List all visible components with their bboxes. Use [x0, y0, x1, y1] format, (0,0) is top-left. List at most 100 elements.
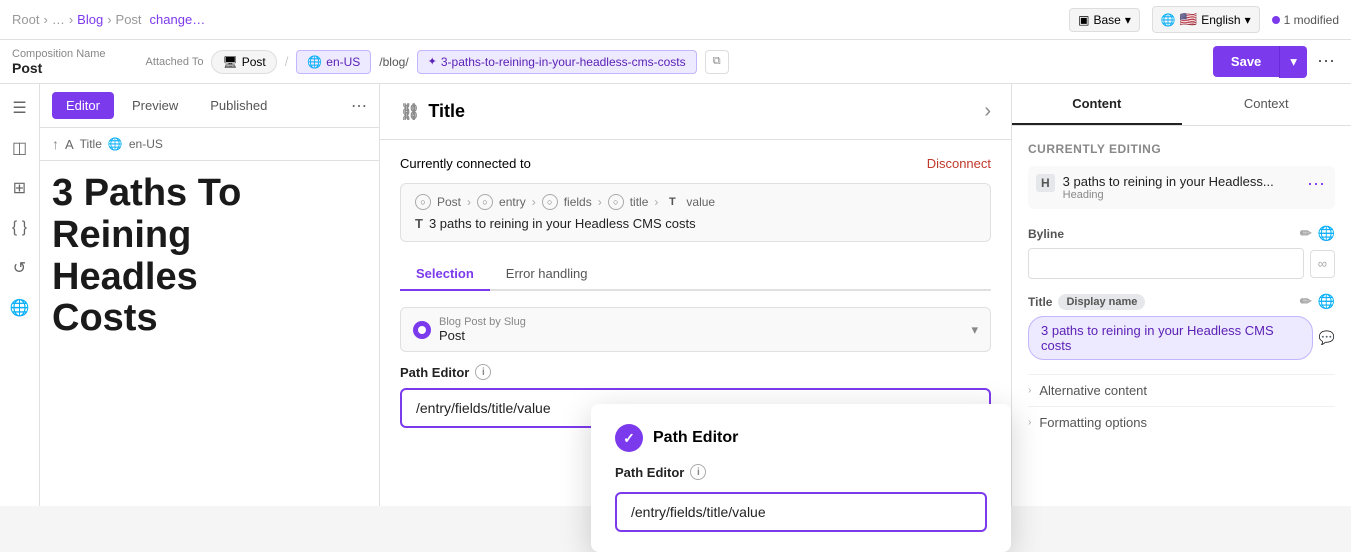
chevron-right-icon2: › — [1028, 417, 1031, 428]
editing-more-button[interactable]: ⋯ — [1307, 174, 1327, 195]
title-card-title: ⛓ Title — [400, 101, 465, 122]
source-icon-inner — [418, 326, 426, 334]
globe-icon4[interactable]: 🌐 — [1318, 225, 1335, 242]
tab-context[interactable]: Context — [1182, 84, 1351, 125]
breadcrumb-sep2: › — [69, 12, 73, 27]
right-body: Currently Editing H 3 paths to reining i… — [1012, 126, 1351, 506]
chevron-down-icon2: ▾ — [1245, 13, 1251, 27]
sidebar-components-icon[interactable]: { } — [4, 212, 36, 244]
byline-input[interactable] — [1028, 248, 1304, 279]
sidebar-menu-icon[interactable]: ☰ — [4, 92, 36, 124]
path-editor-inline-label: Path Editor — [400, 365, 469, 380]
top-bar: Root › … › Blog › Post change… ▣ Base ▾ … — [0, 0, 1351, 40]
path-editor-label-row: Path Editor i — [400, 364, 991, 380]
sidebar-global-icon[interactable]: 🌐 — [4, 292, 36, 324]
edit-icon[interactable]: ✏ — [1300, 225, 1312, 242]
sidebar-data-icon[interactable]: ⊞ — [4, 172, 36, 204]
more-options-button[interactable]: ⋯ — [1313, 47, 1339, 76]
tab-published[interactable]: Published — [196, 92, 281, 119]
editor-tabs-more[interactable]: ⋯ — [351, 96, 367, 116]
path-segment: /blog/ — [379, 55, 408, 69]
edit-icon2[interactable]: ✏ — [1300, 293, 1312, 310]
breadcrumb-locale: en-US — [129, 137, 163, 151]
chevron4: › — [654, 195, 658, 209]
attached-locale: en-US — [326, 55, 360, 69]
editing-item: H 3 paths to reining in your Headless...… — [1028, 166, 1335, 209]
tab-editor[interactable]: Editor — [52, 92, 114, 119]
h-badge: H — [1036, 174, 1055, 192]
editing-item-left: H 3 paths to reining in your Headless...… — [1036, 174, 1274, 201]
globe-icon2: 🌐 — [307, 55, 322, 69]
base-label: Base — [1093, 13, 1120, 27]
title-chat-icon[interactable]: 💬 — [1319, 330, 1335, 346]
title-card-header: ⛓ Title › — [380, 84, 1011, 140]
source-dropdown-arrow: ▾ — [971, 322, 978, 338]
source-select[interactable]: Blog Post by Slug Post ▾ — [400, 307, 991, 352]
editing-item-info: 3 paths to reining in your Headless... H… — [1063, 174, 1274, 201]
breadcrumb-up-button[interactable]: ↑ — [52, 136, 59, 152]
chevron-right-icon: › — [1028, 385, 1031, 396]
currently-editing-label: Currently Editing — [1028, 142, 1335, 156]
editing-heading-text: 3 paths to reining in your Headless... — [1063, 174, 1274, 189]
source-select-value: Post — [439, 328, 526, 343]
breadcrumb-sep: › — [43, 12, 47, 27]
title-field-label: Title Display name ✏ 🌐 — [1028, 293, 1335, 310]
attached-post-pill: 🖥 Post — [211, 50, 276, 74]
path-editor-info-icon[interactable]: i — [475, 364, 491, 380]
alternative-content-label: Alternative content — [1039, 383, 1147, 398]
base-button[interactable]: ▣ Base ▾ — [1069, 8, 1140, 32]
chevron-down-icon: ▾ — [1125, 13, 1131, 27]
path-title: title — [630, 195, 649, 209]
alternative-content-row[interactable]: › Alternative content — [1028, 374, 1335, 406]
path-entry: entry — [499, 195, 526, 209]
byline-label-text: Byline — [1028, 227, 1064, 241]
globe-icon3: 🌐 — [108, 137, 123, 151]
breadcrumb-post: Post — [116, 12, 142, 27]
title-label: Title — [428, 101, 465, 122]
path-fields: fields — [564, 195, 592, 209]
tab-error-handling[interactable]: Error handling — [490, 258, 604, 291]
path-value-label: value — [686, 195, 715, 209]
byline-link-icon[interactable]: ∞ — [1310, 250, 1335, 278]
copy-icon[interactable]: ⧉ — [705, 50, 729, 74]
breadcrumb: Root › … › Blog › Post change… — [12, 12, 205, 27]
editor-breadcrumb: ↑ A Title 🌐 en-US — [40, 128, 379, 161]
attached-slug-value: 3-paths-to-reining-in-your-headless-cms-… — [441, 55, 686, 69]
sidebar-layers-icon[interactable]: ◫ — [4, 132, 36, 164]
path-display: ○ Post › ○ entry › ○ fields › ○ title › … — [400, 183, 991, 242]
attached-section: Attached To 🖥 Post / 🌐 en-US /blog/ ✦ 3-… — [146, 50, 1213, 74]
title-field-label-text: Title — [1028, 295, 1052, 309]
save-button[interactable]: Save — [1213, 46, 1279, 77]
tab-selection[interactable]: Selection — [400, 258, 490, 291]
chevron1: › — [467, 195, 471, 209]
tab-preview[interactable]: Preview — [118, 92, 192, 119]
expand-icon[interactable]: › — [984, 100, 991, 123]
path-editor-info2[interactable]: i — [690, 464, 706, 480]
disconnect-button[interactable]: Disconnect — [927, 156, 991, 171]
path-breadcrumb-row: ○ Post › ○ entry › ○ fields › ○ title › … — [415, 194, 976, 210]
save-dropdown-button[interactable]: ▾ — [1279, 46, 1307, 78]
language-button[interactable]: 🌐 🇺🇸 English ▾ — [1152, 6, 1260, 33]
globe-icon5[interactable]: 🌐 — [1318, 293, 1335, 310]
breadcrumb-blog[interactable]: Blog — [77, 12, 103, 27]
path-editor-main-input[interactable] — [615, 492, 987, 532]
breadcrumb-sep3: › — [107, 12, 111, 27]
tab-content[interactable]: Content — [1012, 84, 1182, 125]
attached-label: Attached To — [146, 56, 204, 68]
post-icon: ○ — [415, 194, 431, 210]
source-select-label: Blog Post by Slug — [439, 316, 526, 328]
attached-slug-pill: ✦ 3-paths-to-reining-in-your-headless-cm… — [417, 50, 697, 74]
path-editor-header: ✓ Path Editor — [615, 424, 987, 452]
title-icon: A — [65, 137, 74, 152]
breadcrumb-root: Root — [12, 12, 39, 27]
sidebar-history-icon[interactable]: ↺ — [4, 252, 36, 284]
top-bar-right: ▣ Base ▾ 🌐 🇺🇸 English ▾ 1 modified — [1069, 6, 1339, 33]
formatting-options-row[interactable]: › Formatting options — [1028, 406, 1335, 438]
path-value-row: T 3 paths to reining in your Headless CM… — [415, 216, 976, 231]
second-bar: Composition Name Post Attached To 🖥 Post… — [0, 40, 1351, 84]
value-t-icon: T — [415, 216, 423, 231]
chevron3: › — [598, 195, 602, 209]
title-icon2: ○ — [608, 194, 624, 210]
breadcrumb-change[interactable]: change… — [150, 12, 206, 27]
byline-field-row: Byline ✏ 🌐 ∞ — [1028, 225, 1335, 279]
